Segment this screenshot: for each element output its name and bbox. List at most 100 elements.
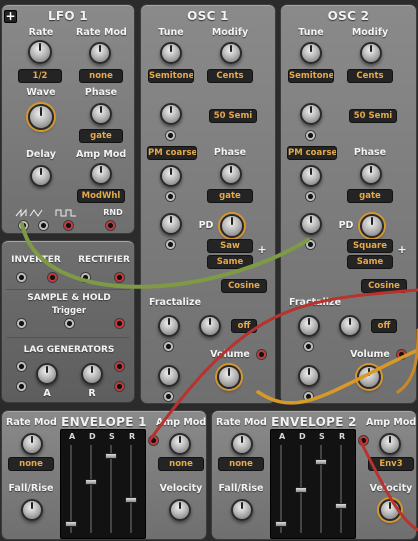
osc1-output-jack[interactable]: [256, 349, 267, 360]
env1-release-slider[interactable]: [125, 496, 137, 503]
lag-input-jack-1[interactable]: [16, 361, 27, 372]
lfo1-rate-value[interactable]: 1/2: [18, 69, 62, 83]
osc2-volume-mod-knob[interactable]: [298, 365, 320, 387]
env1-ratemod-value[interactable]: none: [8, 457, 54, 471]
env2-ratemod-value[interactable]: none: [218, 457, 264, 471]
lag-output-jack-2[interactable]: [114, 381, 125, 392]
osc2-modify-value[interactable]: Cents: [347, 69, 393, 83]
osc1-volume-jack[interactable]: [163, 391, 174, 402]
osc1-pd-knob[interactable]: [220, 214, 244, 238]
osc2-pitch-mod-jack[interactable]: [305, 130, 316, 141]
osc1-volume-knob[interactable]: [217, 365, 241, 389]
osc1-modify-knob[interactable]: [220, 42, 242, 64]
osc2-wave-add-icon[interactable]: +: [397, 243, 407, 256]
lfo1-tri-output-jack[interactable]: [38, 220, 49, 231]
lfo1-ampmod-value[interactable]: ModWhl: [77, 189, 125, 203]
env2-ampmod-value[interactable]: Env3: [368, 457, 414, 471]
env1-decay-slider[interactable]: [85, 479, 97, 485]
sample-hold-trigger-jack[interactable]: [64, 318, 75, 329]
osc1-pm-knob[interactable]: [160, 165, 182, 187]
osc2-shape-value[interactable]: Cosine: [361, 279, 407, 293]
osc2-pd-knob[interactable]: [360, 214, 384, 238]
osc1-modify-value[interactable]: Cents: [207, 69, 253, 83]
lfo1-ratemod-value[interactable]: none: [79, 69, 123, 83]
env1-ratemod-knob[interactable]: [21, 433, 43, 455]
osc2-pd-mod-knob[interactable]: [300, 213, 322, 235]
env2-ratemod-knob[interactable]: [231, 433, 253, 455]
osc1-tune-knob[interactable]: [160, 42, 182, 64]
osc2-phase-value[interactable]: gate: [347, 189, 393, 203]
osc1-sync-value[interactable]: Same: [207, 255, 253, 269]
osc1-fractalize-jack[interactable]: [163, 341, 174, 352]
lag-attack-knob[interactable]: [36, 363, 58, 385]
lfo1-ampmod-knob[interactable]: [90, 163, 112, 185]
osc2-wave-value[interactable]: Square: [347, 239, 393, 253]
sample-hold-input-jack[interactable]: [16, 318, 27, 329]
osc2-output-jack[interactable]: [396, 349, 407, 360]
osc1-pd-mod-knob[interactable]: [160, 213, 182, 235]
lfo1-phase-knob[interactable]: [90, 103, 112, 125]
lag-release-knob[interactable]: [81, 363, 103, 385]
lfo1-phase-value[interactable]: gate: [79, 129, 123, 143]
osc1-semi-value[interactable]: 50 Semi: [209, 109, 257, 123]
env2-velocity-knob[interactable]: [379, 499, 401, 521]
rectifier-input-jack[interactable]: [80, 272, 91, 283]
osc1-shape-value[interactable]: Cosine: [221, 279, 267, 293]
lfo1-ratemod-knob[interactable]: [89, 42, 111, 64]
env1-sustain-slider[interactable]: [105, 453, 117, 460]
osc2-fractalize-knob[interactable]: [339, 315, 361, 337]
env2-fallrise-knob[interactable]: [231, 499, 253, 521]
osc2-volume-knob[interactable]: [357, 365, 381, 389]
env1-output-jack[interactable]: [148, 435, 159, 446]
inverter-input-jack[interactable]: [16, 272, 27, 283]
osc2-pitch-mod-knob[interactable]: [300, 103, 322, 125]
env1-ampmod-knob[interactable]: [169, 433, 191, 455]
osc1-volume-mod-knob[interactable]: [158, 365, 180, 387]
osc2-tune-knob[interactable]: [300, 42, 322, 64]
osc1-wave-add-icon[interactable]: +: [257, 243, 267, 256]
lag-input-jack-2[interactable]: [16, 381, 27, 392]
osc2-fractalize-value[interactable]: off: [371, 319, 397, 333]
env1-fallrise-knob[interactable]: [21, 499, 43, 521]
osc1-pitch-mod-jack[interactable]: [165, 130, 176, 141]
osc2-modify-knob[interactable]: [360, 42, 382, 64]
osc2-tune-value[interactable]: Semitone: [288, 69, 334, 83]
lfo1-wave-knob[interactable]: [28, 104, 54, 130]
osc2-sync-value[interactable]: Same: [347, 255, 393, 269]
osc2-phase-knob[interactable]: [360, 163, 382, 185]
osc1-fractalize-value[interactable]: off: [231, 319, 257, 333]
osc2-fractalize-mod-knob[interactable]: [298, 315, 320, 337]
osc1-fractalize-knob[interactable]: [199, 315, 221, 337]
osc1-pm-jack[interactable]: [165, 191, 176, 202]
env2-ampmod-knob[interactable]: [379, 433, 401, 455]
osc1-fractalize-mod-knob[interactable]: [158, 315, 180, 337]
lfo1-rate-knob[interactable]: [28, 40, 52, 64]
env2-sustain-slider[interactable]: [315, 459, 327, 465]
osc2-pm-knob[interactable]: [300, 165, 322, 187]
osc2-volume-jack[interactable]: [303, 391, 314, 402]
lfo1-delay-knob[interactable]: [30, 165, 52, 187]
env1-ampmod-value[interactable]: none: [158, 457, 204, 471]
osc1-pitch-mod-knob[interactable]: [160, 103, 182, 125]
lag-output-jack-1[interactable]: [114, 361, 125, 372]
osc1-wave-value[interactable]: Saw: [207, 239, 253, 253]
osc1-phase-value[interactable]: gate: [207, 189, 253, 203]
env2-attack-slider[interactable]: [275, 520, 287, 527]
env2-output-jack[interactable]: [358, 435, 369, 446]
osc2-pd-jack[interactable]: [305, 239, 316, 250]
osc1-phase-knob[interactable]: [220, 163, 242, 185]
rectifier-output-jack[interactable]: [114, 272, 125, 283]
inverter-output-jack[interactable]: [47, 272, 58, 283]
osc2-pm-mode[interactable]: PM coarse: [287, 146, 337, 160]
env1-velocity-knob[interactable]: [169, 499, 191, 521]
osc2-semi-value[interactable]: 50 Semi: [349, 109, 397, 123]
env2-release-slider[interactable]: [335, 503, 347, 509]
osc1-pd-jack[interactable]: [165, 239, 176, 250]
lfo1-square-output-jack[interactable]: [63, 220, 74, 231]
lfo1-saw-output-jack[interactable]: [18, 220, 29, 231]
osc2-pm-jack[interactable]: [305, 191, 316, 202]
lfo1-rnd-output-jack[interactable]: [105, 220, 116, 231]
env1-attack-slider[interactable]: [65, 520, 77, 527]
osc2-fractalize-jack[interactable]: [303, 341, 314, 352]
osc1-pm-mode[interactable]: PM coarse: [147, 146, 197, 160]
